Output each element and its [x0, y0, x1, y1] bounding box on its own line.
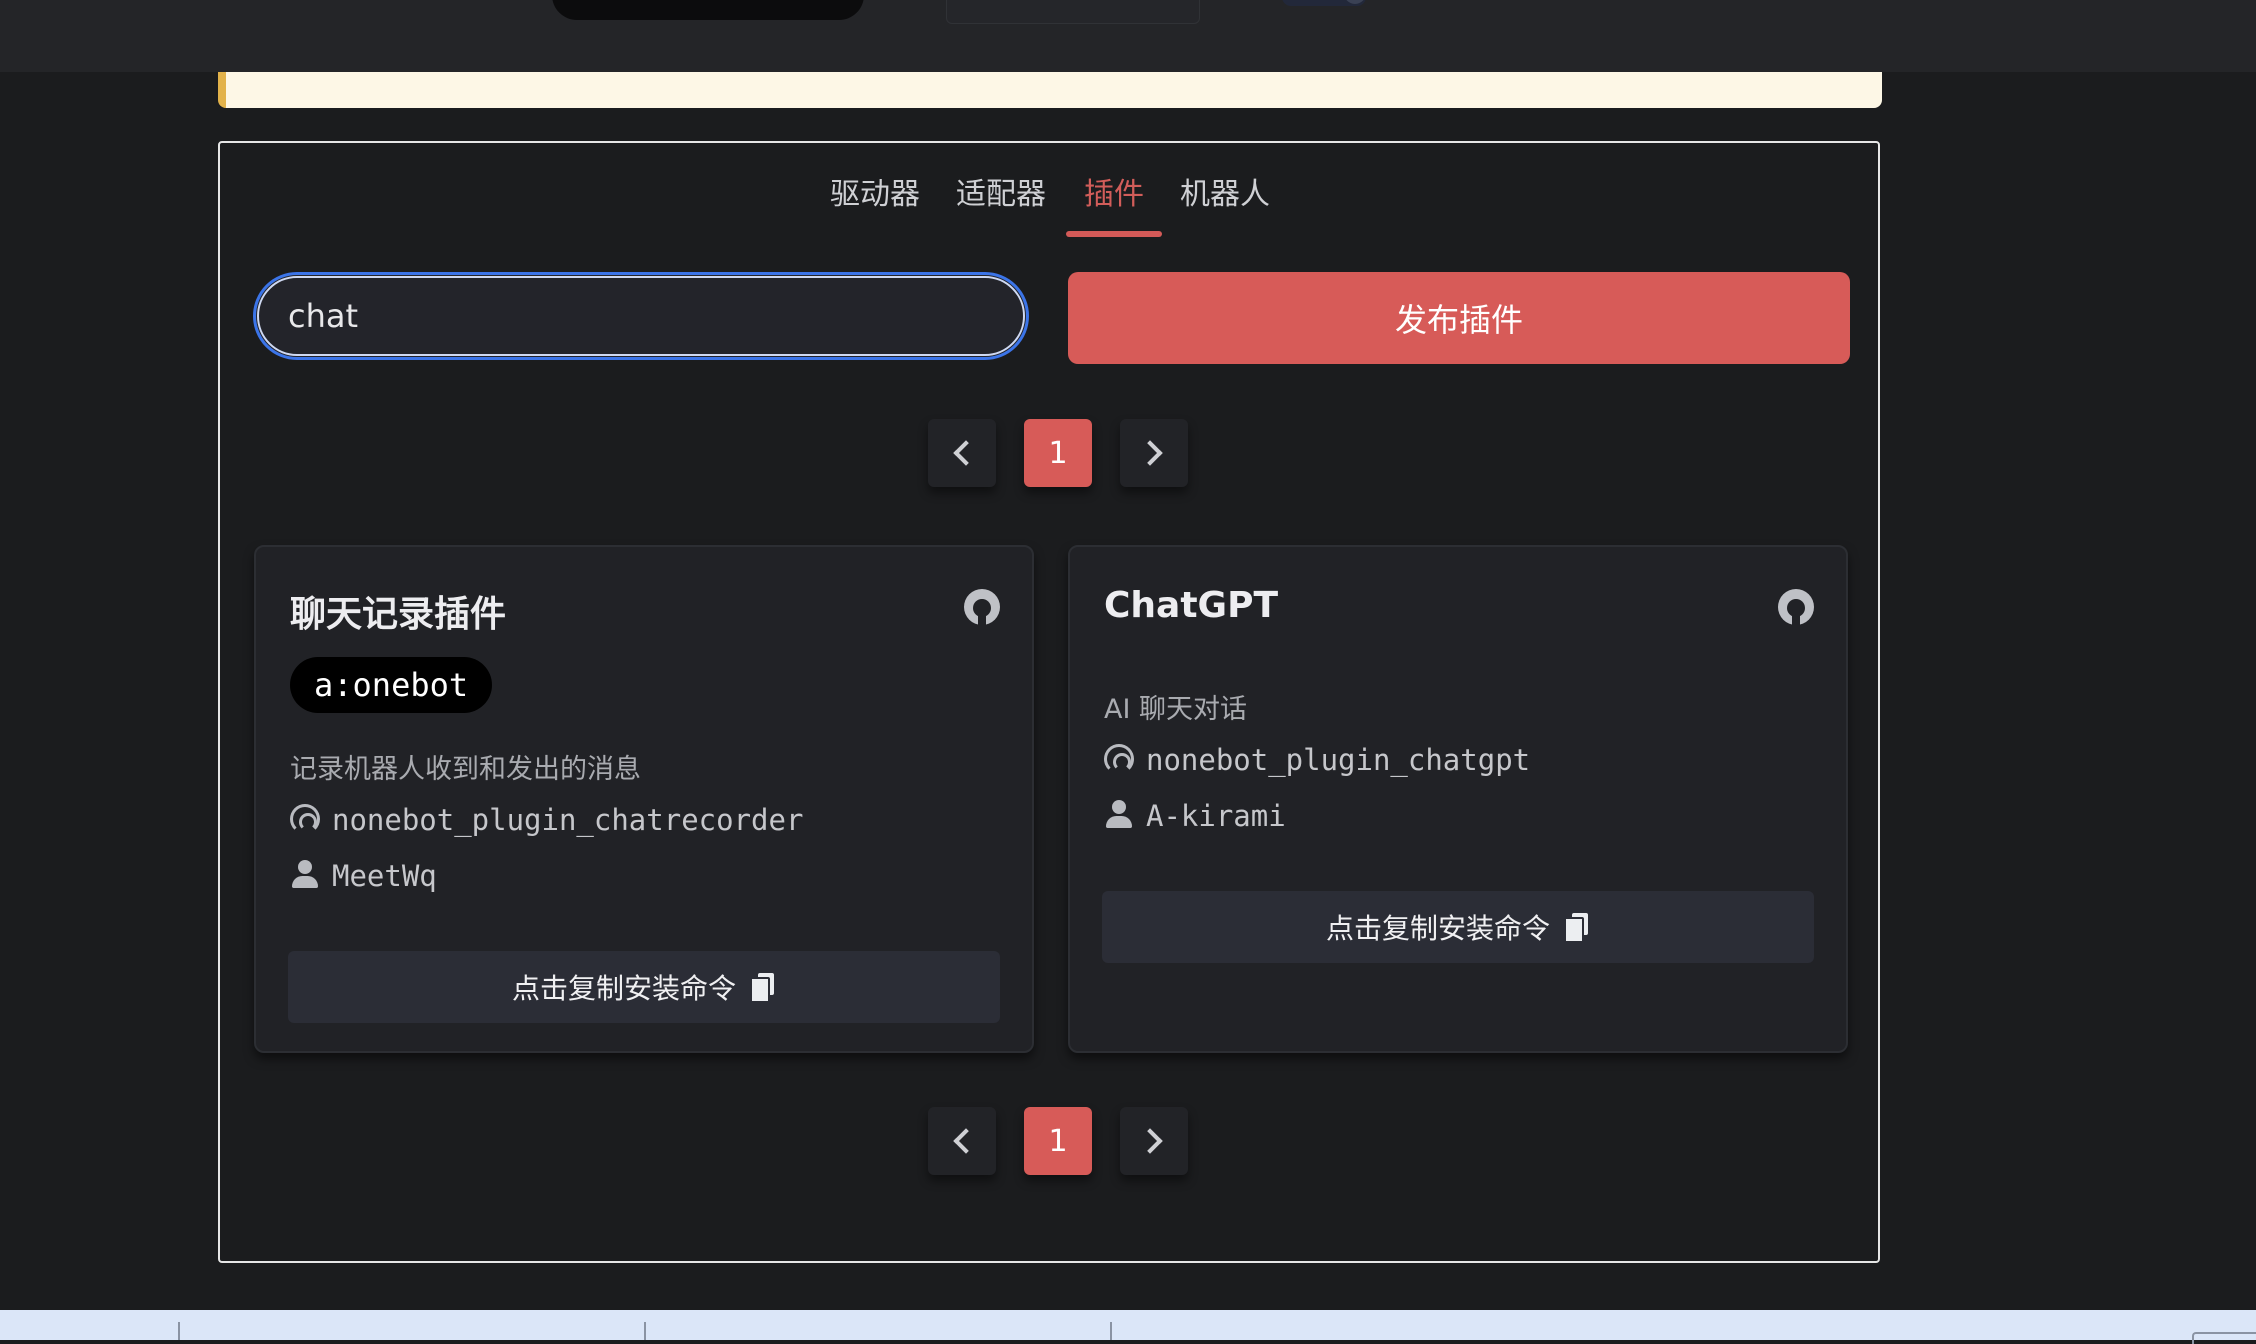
- copy-install-command-button[interactable]: 点击复制安装命令: [288, 951, 1000, 1023]
- next-page-button[interactable]: [1120, 419, 1188, 487]
- notice-banner: [218, 72, 1882, 108]
- tab-adapters[interactable]: 适配器: [956, 169, 1046, 213]
- plugin-title: 聊天记录插件: [290, 594, 507, 635]
- theme-toggle[interactable]: [1282, 0, 1366, 6]
- divider: [644, 1322, 646, 1340]
- fingerprint-icon: [1104, 744, 1134, 774]
- next-page-button[interactable]: [1120, 1107, 1188, 1175]
- store-panel: 驱动器 适配器 插件 机器人 发布插件 1 聊天记录插件 a:onebot 记录…: [218, 141, 1880, 1263]
- plugin-title: ChatGPT: [1104, 585, 1279, 626]
- plugin-author: MeetWq: [290, 859, 437, 893]
- navbar-dropdown[interactable]: [946, 0, 1200, 24]
- plugin-author: A-kirami: [1104, 799, 1286, 833]
- current-page-button[interactable]: 1: [1024, 1107, 1092, 1175]
- plugin-search-input[interactable]: [253, 272, 1029, 360]
- pagination-bottom: 1: [928, 1107, 1188, 1175]
- chevron-right-icon: [1137, 1128, 1163, 1154]
- plugin-description: AI 聊天对话: [1104, 694, 1248, 725]
- module-name: nonebot_plugin_chatgpt: [1146, 743, 1531, 777]
- copy-label: 点击复制安装命令: [1325, 912, 1550, 945]
- user-icon: [290, 860, 320, 890]
- copy-icon: [1564, 913, 1590, 943]
- adapter-tag: a:onebot: [290, 657, 493, 713]
- navbar-search-pill[interactable]: [552, 0, 864, 20]
- author-name: MeetWq: [332, 859, 437, 893]
- plugin-module: nonebot_plugin_chatgpt: [1104, 743, 1530, 777]
- category-tabs: 驱动器 适配器 插件 机器人: [220, 169, 1878, 229]
- plugin-description: 记录机器人收到和发出的消息: [290, 754, 641, 785]
- chevron-left-icon: [953, 440, 979, 466]
- plugin-module: nonebot_plugin_chatrecorder: [290, 803, 803, 837]
- github-icon[interactable]: [964, 589, 1000, 625]
- plugin-card: ChatGPT AI 聊天对话 nonebot_plugin_chatgpt A…: [1068, 545, 1848, 1053]
- tab-plugins[interactable]: 插件: [1084, 169, 1144, 213]
- pagination-top: 1: [928, 419, 1188, 487]
- fingerprint-icon: [290, 804, 320, 834]
- copy-label: 点击复制安装命令: [511, 972, 736, 1005]
- author-name: A-kirami: [1146, 799, 1286, 833]
- module-name: nonebot_plugin_chatrecorder: [332, 803, 804, 837]
- prev-page-button[interactable]: [928, 419, 996, 487]
- top-navbar: [0, 0, 2256, 72]
- user-icon: [1104, 800, 1134, 830]
- tab-drivers[interactable]: 驱动器: [830, 169, 920, 213]
- divider: [1110, 1322, 1112, 1340]
- corner-outline: [2192, 1332, 2256, 1344]
- current-page-button[interactable]: 1: [1024, 419, 1092, 487]
- publish-plugin-button[interactable]: 发布插件: [1068, 272, 1850, 364]
- toggle-knob: [1344, 0, 1366, 4]
- divider: [178, 1322, 180, 1340]
- copy-icon: [750, 973, 776, 1003]
- bottom-strip: [0, 1310, 2256, 1344]
- prev-page-button[interactable]: [928, 1107, 996, 1175]
- active-tab-indicator: [1066, 231, 1162, 237]
- tab-bots[interactable]: 机器人: [1180, 169, 1270, 213]
- chevron-right-icon: [1137, 440, 1163, 466]
- copy-install-command-button[interactable]: 点击复制安装命令: [1102, 891, 1814, 963]
- chevron-left-icon: [953, 1128, 979, 1154]
- github-icon[interactable]: [1778, 589, 1814, 625]
- plugin-card: 聊天记录插件 a:onebot 记录机器人收到和发出的消息 nonebot_pl…: [254, 545, 1034, 1053]
